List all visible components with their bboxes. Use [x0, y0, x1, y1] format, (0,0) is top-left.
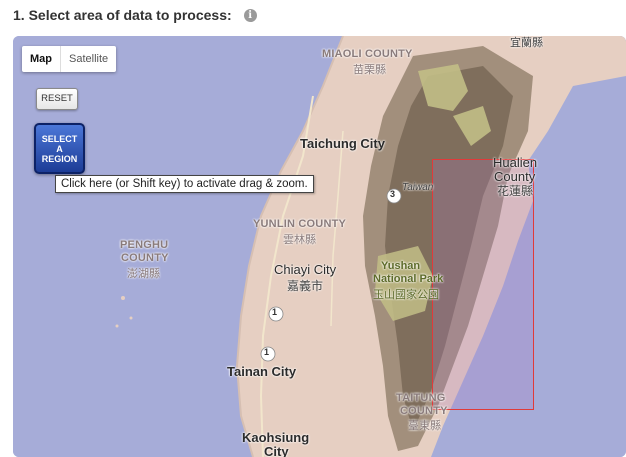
map-label-penghu-2: COUNTY	[121, 252, 169, 264]
satellite-tab[interactable]: Satellite	[61, 46, 116, 72]
map-label-yushan-2: National Park	[373, 273, 444, 285]
map-canvas[interactable]: Map Satellite RESET SELECT A REGION Clic…	[13, 36, 626, 457]
map-label-miaoli-zh: 苗栗縣	[353, 64, 386, 76]
map-label-penghu-zh: 澎湖縣	[127, 268, 160, 280]
map-label-kaohsiung-1: Kaohsiung	[242, 430, 310, 445]
map-label-hualien-1: Hualien	[493, 155, 538, 170]
map-label-taichung: Taichung City	[300, 136, 385, 151]
map-label-chiayi-zh: 嘉義市	[287, 279, 324, 293]
select-region-button[interactable]: SELECT A REGION	[34, 123, 85, 174]
map-label-yilan-zh: 宜蘭縣	[510, 37, 543, 49]
map-label-taiwan: Taiwan	[402, 182, 434, 193]
reset-button[interactable]: RESET	[36, 88, 78, 110]
map-label-taitung-zh: 臺東縣	[408, 420, 441, 432]
route-shield-1a: 1	[272, 307, 278, 317]
select-region-label: SELECT A REGION	[41, 133, 78, 164]
route-shield-1b: 1	[264, 347, 270, 357]
map-label-miaoli-en: MIAOLI COUNTY	[322, 48, 413, 60]
map-label-tainan: Tainan City	[227, 364, 297, 379]
map-label-chiayi-en: Chiayi City	[274, 262, 337, 277]
map-label-yushan-1: Yushan	[381, 260, 421, 272]
route-shield-3: 3	[390, 189, 396, 199]
map-label-hualien-zh: 花蓮縣	[497, 184, 534, 198]
map-label-yunlin-en: YUNLIN COUNTY	[253, 218, 347, 230]
map-tab[interactable]: Map	[22, 46, 61, 72]
map-label-yushan-zh: 玉山國家公園	[373, 289, 439, 301]
map-label-penghu-1: PENGHU	[120, 239, 169, 251]
map-type-control: Map Satellite	[22, 46, 117, 72]
page-title: 1. Select area of data to process:	[13, 7, 232, 23]
map-label-taitung-2: COUNTY	[400, 405, 448, 417]
map-terrain	[13, 36, 626, 457]
map-label-yunlin-zh: 雲林縣	[283, 234, 316, 246]
section-heading: 1. Select area of data to process: i	[13, 7, 257, 23]
map-label-taitung-1: TAITUNG	[396, 392, 446, 404]
map-label-kaohsiung-2: City	[264, 444, 289, 457]
tooltip: Click here (or Shift key) to activate dr…	[55, 175, 314, 193]
info-icon[interactable]: i	[243, 8, 257, 22]
